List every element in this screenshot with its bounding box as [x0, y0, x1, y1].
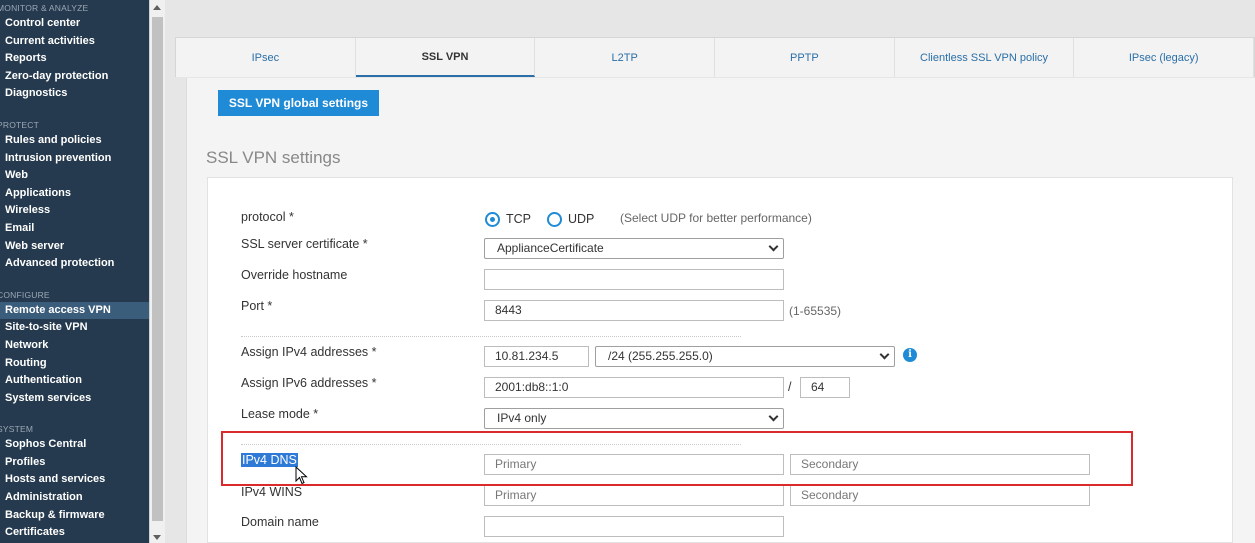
sidebar-item-certificates[interactable]: Certificates	[0, 524, 149, 542]
ssl-vpn-global-settings-button[interactable]: SSL VPN global settings	[218, 90, 379, 116]
certificate-select[interactable]: ApplianceCertificate	[484, 238, 784, 259]
top-bar	[165, 0, 1255, 37]
ipv4-wins-primary-input[interactable]: Primary	[484, 485, 784, 506]
assign-ipv6-label: Assign IPv6 addresses *	[241, 376, 377, 390]
sidebar-item-zero-day-protection[interactable]: Zero-day protection	[0, 68, 149, 86]
sidebar-item-authentication[interactable]: Authentication	[0, 372, 149, 390]
highlight-annotation	[221, 431, 1133, 486]
scroll-down-arrow-icon[interactable]	[153, 535, 161, 540]
scroll-up-arrow-icon[interactable]	[153, 5, 161, 10]
chevron-down-icon	[768, 241, 779, 252]
sidebar-item-hosts-and-services[interactable]: Hosts and services	[0, 471, 149, 489]
sidebar-scrollbar[interactable]	[149, 0, 165, 543]
sidebar-item-email[interactable]: Email	[0, 220, 149, 238]
sidebar-item-remote-access-vpn[interactable]: Remote access VPN	[0, 301, 149, 320]
override-hostname-input[interactable]	[484, 269, 784, 290]
sidebar-item-diagnostics[interactable]: Diagnostics	[0, 85, 149, 103]
ipv4-netmask-value: /24 (255.255.255.0)	[608, 349, 713, 363]
sidebar-item-profiles[interactable]: Profiles	[0, 454, 149, 472]
scroll-thumb[interactable]	[152, 17, 163, 521]
protocol-tcp-label[interactable]: TCP	[506, 212, 531, 226]
port-input[interactable]: 8443	[484, 300, 784, 321]
override-hostname-label: Override hostname	[241, 268, 348, 282]
sidebar-section-monitor: MONITOR & ANALYZE	[0, 3, 89, 13]
sidebar-item-intrusion-prevention[interactable]: Intrusion prevention	[0, 150, 149, 168]
sidebar-item-current-activities[interactable]: Current activities	[0, 33, 149, 51]
sidebar-item-backup-firmware[interactable]: Backup & firmware	[0, 507, 149, 525]
domain-name-label: Domain name	[241, 515, 319, 529]
sidebar-item-administration[interactable]: Administration	[0, 489, 149, 507]
ipv4-address-input[interactable]: 10.81.234.5	[484, 346, 589, 367]
mouse-cursor-icon	[295, 466, 308, 485]
sidebar-item-control-center[interactable]: Control center	[0, 15, 149, 33]
vpn-tabs: IPsec SSL VPN L2TP PPTP Clientless SSL V…	[175, 37, 1255, 77]
protocol-udp-label[interactable]: UDP	[568, 212, 594, 226]
certificate-value: ApplianceCertificate	[497, 241, 604, 255]
info-icon[interactable]: i	[903, 348, 917, 362]
chevron-down-icon	[768, 411, 779, 422]
sidebar-item-system-services[interactable]: System services	[0, 390, 149, 408]
sidebar-item-web[interactable]: Web	[0, 167, 149, 185]
ipv4-netmask-select[interactable]: /24 (255.255.255.0)	[595, 346, 895, 367]
chevron-down-icon	[879, 349, 890, 360]
ipv4-wins-label: IPv4 WINS	[241, 485, 303, 499]
protocol-label: protocol *	[241, 210, 294, 224]
lease-mode-select[interactable]: IPv4 only	[484, 408, 784, 429]
tab-ipsec[interactable]: IPsec	[176, 38, 356, 77]
ipv6-address-input[interactable]: 2001:db8::1:0	[484, 377, 784, 398]
tab-clientless-ssl-vpn-policy[interactable]: Clientless SSL VPN policy	[895, 38, 1075, 77]
protocol-hint: (Select UDP for better performance)	[620, 211, 812, 225]
sidebar-section-configure: CONFIGURE	[0, 289, 50, 300]
sidebar-item-web-server[interactable]: Web server	[0, 238, 149, 256]
section-title: SSL VPN settings	[206, 148, 341, 167]
lease-mode-label: Lease mode *	[241, 407, 319, 421]
sidebar-item-network[interactable]: Network	[0, 337, 149, 355]
port-hint: (1-65535)	[789, 304, 842, 318]
tab-l2tp[interactable]: L2TP	[535, 38, 716, 77]
lease-mode-value: IPv4 only	[497, 411, 547, 425]
port-label: Port *	[241, 299, 273, 313]
sidebar-item-reports[interactable]: Reports	[0, 50, 149, 68]
sidebar-section-protect: PROTECT	[0, 119, 40, 130]
sidebar-item-site-to-site-vpn[interactable]: Site-to-site VPN	[0, 319, 149, 337]
sidebar-item-wireless[interactable]: Wireless	[0, 202, 149, 220]
divider	[241, 336, 741, 337]
sidebar-item-applications[interactable]: Applications	[0, 185, 149, 203]
ipv6-prefix-separator: /	[788, 380, 792, 394]
tab-ipsec-legacy[interactable]: IPsec (legacy)	[1074, 38, 1255, 77]
sidebar-item-sophos-central[interactable]: Sophos Central	[0, 436, 149, 454]
certificate-label: SSL server certificate *	[241, 237, 368, 251]
tab-pptp[interactable]: PPTP	[715, 38, 895, 77]
ipv4-wins-secondary-input[interactable]: Secondary	[790, 485, 1090, 506]
ipv6-prefix-input[interactable]: 64	[800, 377, 850, 398]
protocol-tcp-radio[interactable]	[485, 212, 500, 227]
sidebar-item-routing[interactable]: Routing	[0, 355, 149, 373]
sidebar: MONITOR & ANALYZE Control center Current…	[0, 0, 149, 543]
sidebar-section-system: SYSTEM	[0, 424, 34, 435]
protocol-udp-radio[interactable]	[547, 212, 562, 227]
sidebar-item-rules-and-policies[interactable]: Rules and policies	[0, 132, 149, 150]
assign-ipv4-label: Assign IPv4 addresses *	[241, 345, 377, 359]
tab-ssl-vpn[interactable]: SSL VPN	[355, 38, 536, 77]
sidebar-item-advanced-protection[interactable]: Advanced protection	[0, 255, 149, 273]
domain-name-input[interactable]	[484, 516, 784, 537]
